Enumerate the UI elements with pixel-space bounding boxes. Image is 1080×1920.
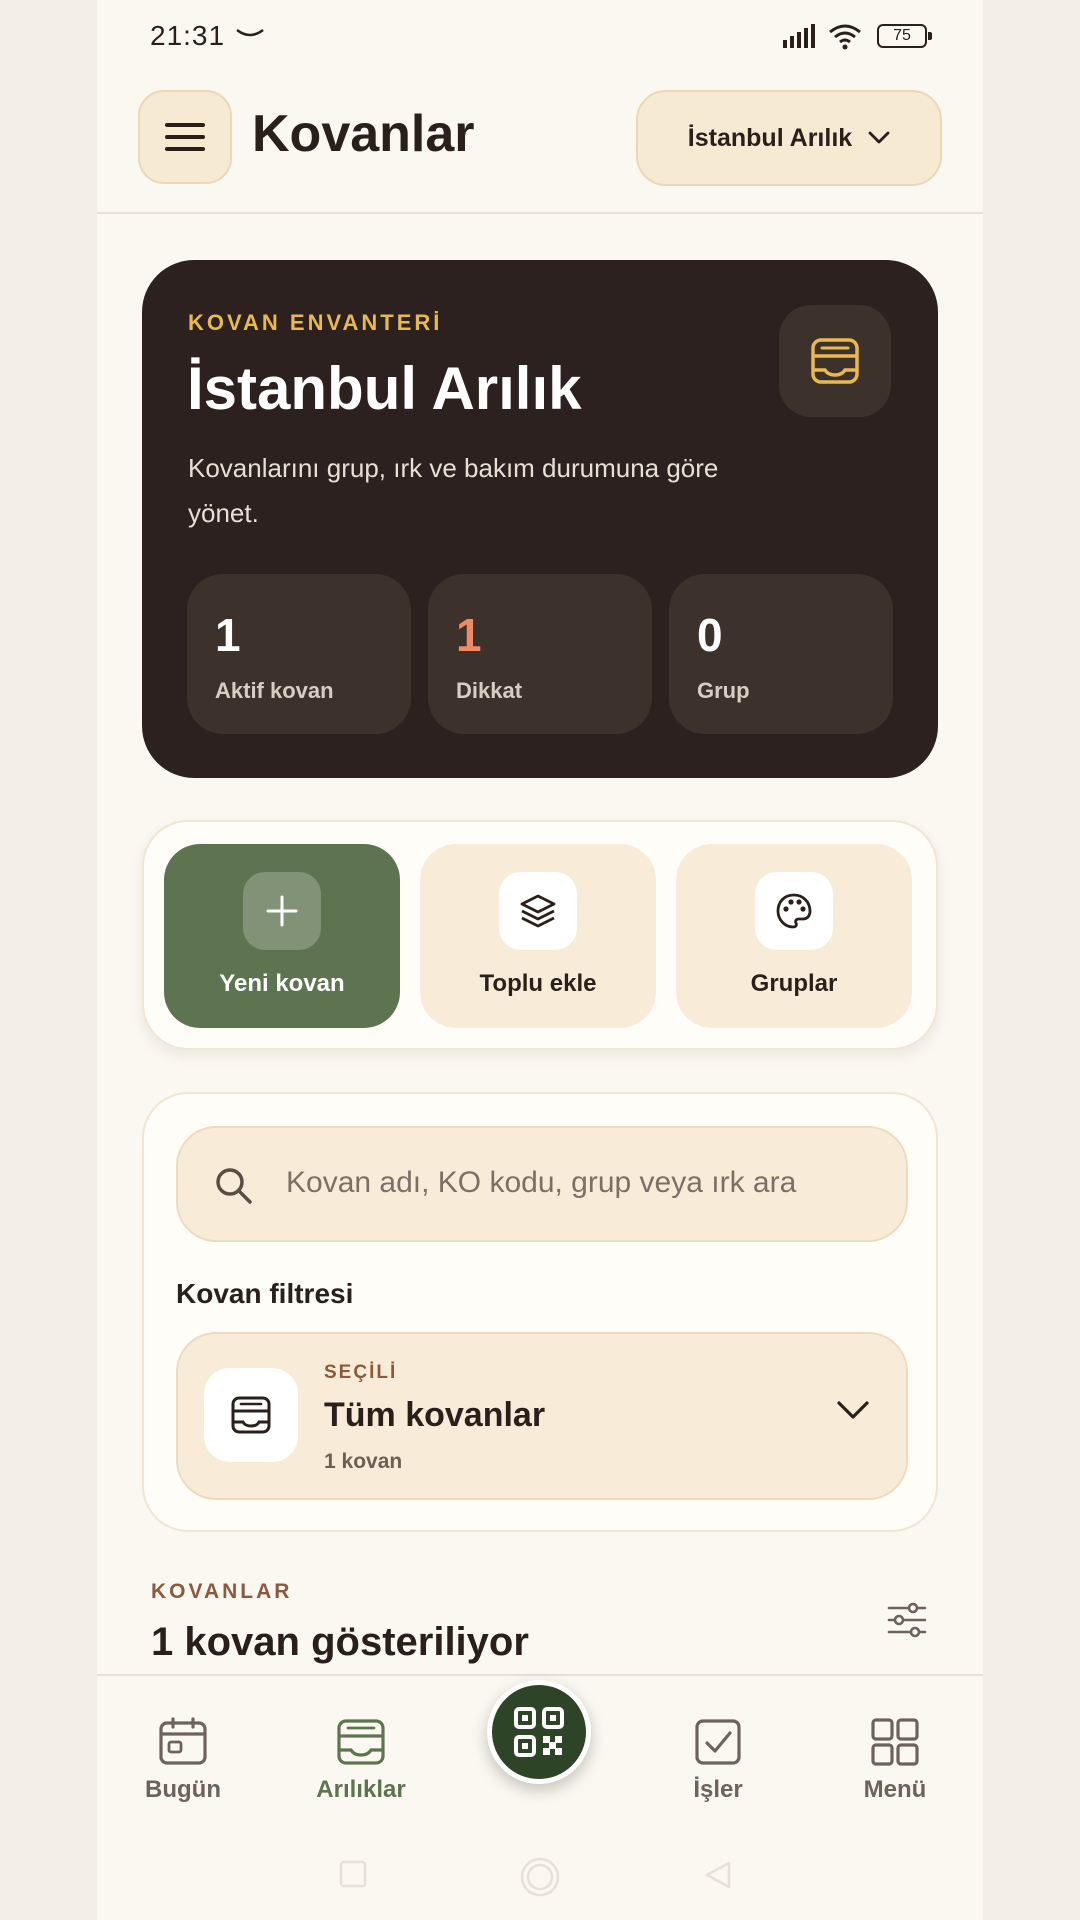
groups-button[interactable]: Gruplar (676, 844, 912, 1028)
filter-value: Tüm kovanlar (324, 1396, 546, 1434)
calendar-icon (159, 1717, 207, 1765)
qr-code-icon (514, 1707, 564, 1757)
hero-title: İstanbul Arılık (187, 355, 582, 422)
inventory-hero-card: KOVAN ENVANTERİ İstanbul Arılık Kovanlar… (142, 260, 938, 778)
stat-value: 0 (697, 609, 723, 661)
list-title: 1 kovan gösteriliyor (151, 1620, 529, 1664)
apiary-selector-label: İstanbul Arılık (687, 123, 853, 152)
search-placeholder: Kovan adı, KO kodu, grup veya ırk ara (286, 1166, 797, 1199)
plus-icon-container (243, 872, 321, 950)
hive-filter-dropdown[interactable]: SEÇİLİ Tüm kovanlar 1 kovan (176, 1332, 908, 1500)
nav-label: Bugün (145, 1776, 221, 1803)
chevron-down-icon (837, 1401, 869, 1419)
nav-item-tasks[interactable]: İşler (648, 1716, 788, 1816)
grid-icon (871, 1718, 919, 1766)
filter-heading: Kovan filtresi (176, 1278, 354, 1309)
search-icon (216, 1168, 252, 1204)
check-square-icon (695, 1719, 741, 1765)
layers-icon-container (499, 872, 577, 950)
nav-label: İşler (693, 1776, 743, 1803)
apiary-selector[interactable]: İstanbul Arılık (636, 90, 942, 186)
stat-label: Dikkat (456, 678, 523, 703)
hamburger-icon (165, 123, 205, 151)
chevron-down-icon (868, 131, 890, 144)
nav-item-today[interactable]: Bugün (113, 1716, 253, 1816)
nav-label: Menü (863, 1776, 927, 1803)
hamburger-menu-button[interactable] (138, 90, 232, 184)
search-input[interactable]: Kovan adı, KO kodu, grup veya ırk ara (176, 1126, 908, 1242)
signal-icon (783, 24, 815, 48)
search-filter-card: Kovan adı, KO kodu, grup veya ırk ara Ko… (142, 1092, 938, 1532)
hive-box-icon (811, 338, 859, 384)
stat-label: Grup (697, 678, 750, 703)
filter-count: 1 kovan (324, 1450, 403, 1473)
action-label: Toplu ekle (479, 970, 597, 997)
nav-label: Arılıklar (316, 1776, 406, 1803)
hive-box-icon (337, 1719, 385, 1765)
nav-item-apiaries[interactable]: Arılıklar (291, 1716, 431, 1816)
app-header: Kovanlar İstanbul Arılık (97, 72, 983, 214)
stat-label: Aktif kovan (215, 678, 334, 703)
new-hive-button[interactable]: Yeni kovan (164, 844, 400, 1028)
action-label: Gruplar (750, 970, 838, 997)
system-navigation-bar (97, 1840, 983, 1900)
stat-active-hives[interactable]: 1 Aktif kovan (187, 574, 411, 734)
battery-indicator: 75 (877, 24, 932, 48)
hero-icon-container (779, 305, 891, 417)
plus-icon (266, 895, 298, 927)
home-icon[interactable] (519, 1856, 561, 1898)
list-eyebrow: KOVANLAR (151, 1580, 293, 1603)
stat-groups[interactable]: 0 Grup (669, 574, 893, 734)
status-time: 21:31 (150, 20, 226, 51)
sliders-icon[interactable] (885, 1600, 929, 1640)
filter-icon-container (204, 1368, 298, 1462)
stat-value: 1 (456, 609, 482, 661)
nav-item-menu[interactable]: Menü (825, 1716, 965, 1816)
filter-eyebrow: SEÇİLİ (324, 1362, 398, 1383)
bulk-add-button[interactable]: Toplu ekle (420, 844, 656, 1028)
smile-icon (236, 28, 264, 37)
action-label: Yeni kovan (219, 970, 345, 997)
wifi-icon (829, 24, 861, 50)
palette-icon-container (755, 872, 833, 950)
page-title: Kovanlar (252, 105, 475, 163)
stat-value: 1 (215, 609, 241, 661)
palette-icon (776, 893, 812, 929)
recents-icon[interactable] (339, 1860, 367, 1888)
hero-eyebrow: KOVAN ENVANTERİ (188, 310, 443, 335)
quick-actions-card: Yeni kovan Toplu ekle Gruplar (142, 820, 938, 1050)
app-screen: 21:31 75 Kovanlar İstanbul Arılık KOVAN … (97, 0, 983, 1920)
hive-box-icon (231, 1396, 271, 1434)
back-icon[interactable] (703, 1860, 733, 1890)
layers-icon (520, 894, 556, 928)
status-bar: 21:31 75 (97, 0, 983, 72)
qr-scan-button[interactable] (487, 1680, 591, 1784)
hero-description: Kovanlarını grup, ırk ve bakım durumuna … (188, 453, 719, 528)
stat-attention[interactable]: 1 Dikkat (428, 574, 652, 734)
